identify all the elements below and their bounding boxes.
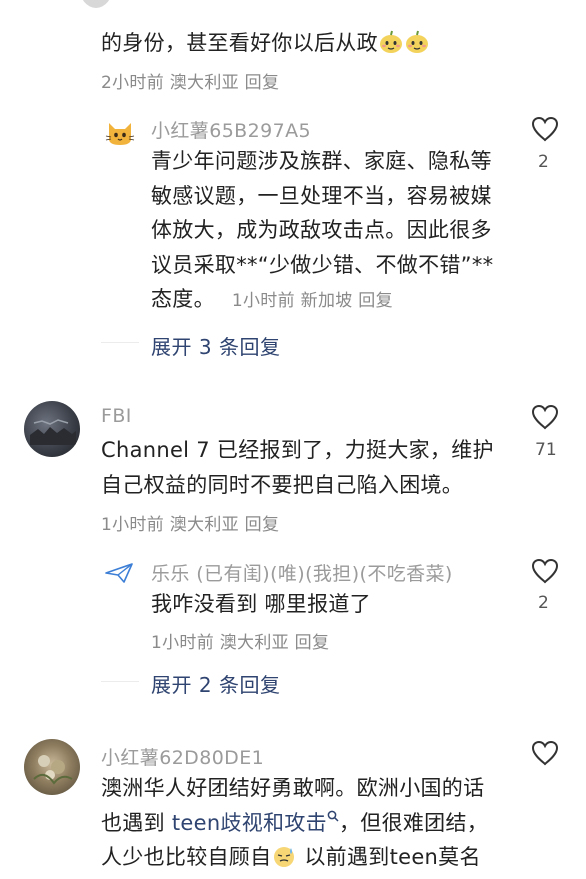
expand-divider: [101, 342, 139, 343]
reply-text-line-last: 态度。 1小时前 新加坡 回复: [151, 282, 493, 319]
reply-text-fragment: 态度。: [151, 287, 215, 311]
username-text: 小红薯65B297A5: [151, 120, 311, 142]
reply-meta: 1小时前 新加坡 回复: [232, 291, 393, 311]
meta-time: 1小时前: [231, 291, 295, 311]
reply-text-line: 议员采取**“少做少错、不做不错”**: [151, 252, 494, 277]
pear-emoji-icon: [404, 30, 430, 65]
reply-button[interactable]: 回复: [295, 633, 330, 653]
comment-text: 澳洲华人好团结好勇敢啊。欧洲小国的话 也遇到 teen歧视和攻击 ，但很难团结， …: [101, 771, 488, 879]
reply-username[interactable]: 乐乐 (已有闺)(唯)(我担)(不吃香菜): [151, 559, 453, 586]
comment-text-line: Channel 7 已经报到了，力挺大家，维护: [101, 438, 494, 462]
pear-emoji-icon: [378, 30, 404, 65]
heart-icon: [531, 558, 559, 584]
like-button[interactable]: [530, 557, 560, 585]
avatar-user-62d80de1[interactable]: [24, 739, 80, 795]
reply-button[interactable]: 回复: [245, 515, 280, 535]
expand-replies-button[interactable]: 展开 3 条回复: [151, 331, 280, 360]
comment-text-fragment: 也遇到: [101, 810, 172, 835]
reply-text: 青少年问题涉及族群、家庭、隐私等 敏感议题，一旦处理不当，容易被媒 体放大，成为…: [151, 144, 493, 319]
comment-text-line: 澳洲华人好团结好勇敢啊。欧洲小国的话: [101, 776, 485, 800]
meta-time: 1小时前: [101, 515, 165, 535]
comment-username[interactable]: FBI: [101, 405, 132, 427]
reply-text-line: 青少年问题涉及族群、家庭、隐私等: [151, 149, 492, 173]
comment-text-line: 人少也比较自顾自 以前遇到teen莫名: [101, 840, 488, 879]
heart-icon: [531, 116, 559, 142]
comment-text-fragment: ，但很难团结，: [338, 810, 489, 835]
comment-meta-top: 2小时前 澳大利亚 回复: [101, 68, 279, 93]
comment-text-fragment: 人少也比较自顾自: [101, 845, 272, 869]
comment-text-top: 的身份，甚至看好你以后从政: [101, 26, 430, 65]
expand-replies-button[interactable]: 展开 2 条回复: [151, 669, 280, 698]
like-count: 2: [538, 152, 549, 172]
reply-text-line: 敏感议题，一旦处理不当，容易被媒: [151, 183, 492, 208]
comment-username[interactable]: 小红薯62D80DE1: [101, 743, 264, 770]
cat-avatar[interactable]: [105, 117, 135, 147]
meta-time: 2小时前: [101, 73, 165, 93]
reply-text-line: 体放大，成为政敌攻击点。因此很多: [151, 218, 492, 242]
reply-button[interactable]: 回复: [358, 291, 393, 311]
comment-text-line: 自己权益的同时不要把自己陷入困境。: [101, 472, 464, 497]
comment-text-fragment: 以前遇到teen莫名: [297, 845, 481, 869]
meta-location: 澳大利亚: [169, 515, 239, 535]
like-button[interactable]: [530, 115, 560, 143]
reply-username[interactable]: 小红薯65B297A5: [151, 116, 311, 143]
comment-meta: 1小时前 澳大利亚 回复: [101, 510, 279, 535]
heart-icon: [531, 404, 559, 430]
avatar-fbi[interactable]: [24, 401, 80, 457]
avatar-top-partial[interactable]: [80, 0, 112, 8]
reply-meta: 1小时前 澳大利亚 回复: [151, 628, 329, 653]
meta-location: 新加坡: [300, 291, 353, 311]
comment-text-line: 的身份，甚至看好你以后从政: [101, 31, 378, 55]
reply-text: 我咋没看到 哪里报道了: [151, 592, 371, 616]
paper-plane-avatar[interactable]: [104, 561, 134, 585]
meta-time: 1小时前: [151, 633, 215, 653]
reply-button[interactable]: 回复: [245, 73, 280, 93]
comment-text: Channel 7 已经报到了，力挺大家，维护 自己权益的同时不要把自己陷入困境…: [101, 433, 494, 502]
comment-text-line: 也遇到 teen歧视和攻击 ，但很难团结，: [101, 806, 488, 841]
meta-location: 澳大利亚: [219, 633, 289, 653]
heart-icon: [531, 740, 559, 766]
search-link[interactable]: teen歧视和攻击: [171, 810, 339, 835]
search-link-text: teen歧视和攻击: [171, 810, 327, 835]
sweat-emoji-icon: [271, 844, 297, 879]
like-button[interactable]: [530, 403, 560, 431]
like-button[interactable]: [530, 739, 560, 767]
search-icon: [327, 810, 339, 822]
like-count: 2: [538, 593, 549, 613]
like-count: 71: [535, 440, 557, 460]
meta-location: 澳大利亚: [169, 73, 239, 93]
expand-divider: [101, 681, 139, 682]
